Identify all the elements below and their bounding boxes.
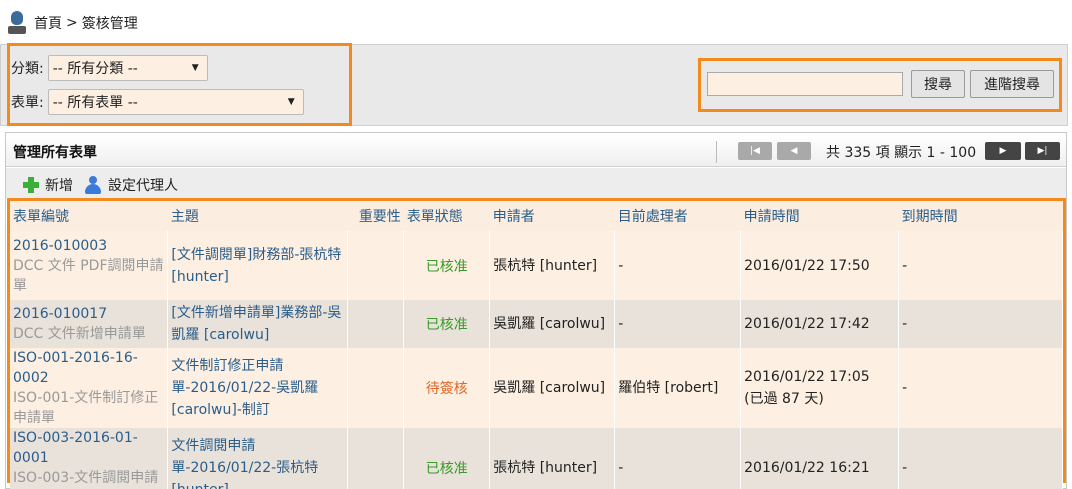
add-button[interactable]: 新增 (23, 175, 73, 195)
form-filter: 表單: -- 所有表單 -- ▼ (11, 89, 304, 115)
user-icon (8, 11, 26, 35)
breadcrumb-current: 簽核管理 (81, 16, 138, 32)
importance-cell (347, 300, 405, 348)
handler: - (614, 231, 742, 300)
search-input[interactable] (707, 72, 903, 96)
forms-table: 表單編號 主題 重要性 表單狀態 申請者 目前處理者 申請時間 到期時間 201… (10, 201, 1063, 489)
column-header[interactable]: 主題 (168, 201, 348, 231)
form-select-value: -- 所有表單 -- (52, 95, 138, 111)
table-row[interactable]: ISO-001-2016-16-0002 ISO-001-文件制訂修正申請單 文… (10, 348, 1063, 428)
due-time: - (898, 348, 1063, 428)
breadcrumb-separator: > (66, 15, 78, 31)
column-header[interactable]: 表單編號 (10, 201, 168, 231)
doc-category: DCC 文件新增申請單 (13, 326, 146, 342)
doc-id[interactable]: ISO-001-2016-16-0002 (13, 348, 164, 388)
form-select[interactable]: -- 所有表單 -- ▼ (47, 89, 304, 115)
column-header[interactable]: 申請者 (490, 201, 615, 231)
panel-title: 管理所有表單 (13, 145, 97, 161)
next-page-icon[interactable]: ▶ (985, 142, 1021, 160)
subject-link[interactable]: [文件新增申請單]業務部-吳凱羅 [carolwu] (167, 300, 349, 348)
status-badge: 已核准 (403, 428, 491, 489)
column-header[interactable]: 到期時間 (899, 201, 1063, 231)
overdue-note: (已過 87 天) (744, 391, 824, 407)
dropdown-arrow-icon: ▼ (287, 97, 295, 107)
table-row[interactable]: 2016-010003 DCC 文件 PDF調閱申請單 [文件調閱單]財務部-張… (10, 231, 1063, 300)
status-badge: 已核准 (403, 300, 491, 348)
due-time: - (898, 231, 1063, 300)
table-row[interactable]: 2016-010017 DCC 文件新增申請單 [文件新增申請單]業務部-吳凱羅… (10, 300, 1063, 348)
category-select-value: -- 所有分類 -- (52, 61, 138, 77)
handler: 羅伯特 [robert] (614, 348, 742, 428)
applicant: 張杭特 [hunter] (489, 231, 616, 300)
applicant: 張杭特 [hunter] (489, 428, 616, 489)
add-label: 新增 (45, 178, 73, 194)
form-label: 表單: (11, 95, 44, 111)
due-time: - (898, 300, 1063, 348)
plus-icon (23, 177, 39, 193)
table-header-row: 表單編號 主題 重要性 表單狀態 申請者 目前處理者 申請時間 到期時間 (10, 201, 1063, 231)
table-row[interactable]: ISO-003-2016-01-0001 ISO-003-文件調閱申請單 文件調… (10, 428, 1063, 489)
importance-cell (347, 231, 405, 300)
apply-time: 2016/01/22 17:50 (740, 231, 900, 300)
doc-id-cell: 2016-010017 DCC 文件新增申請單 (10, 300, 169, 348)
subject-link[interactable]: 文件制訂修正申請單-2016/01/22-吳凱羅 [carolwu]-制訂 (167, 348, 349, 428)
search-button[interactable]: 搜尋 (911, 70, 965, 98)
apply-time: 2016/01/22 16:21 (740, 428, 900, 489)
applicant: 吳凱羅 [carolwu] (489, 348, 616, 428)
column-header[interactable]: 重要性 (348, 201, 404, 231)
status-badge: 待簽核 (403, 348, 491, 428)
doc-id-cell: ISO-001-2016-16-0002 ISO-001-文件制訂修正申請單 (10, 348, 169, 428)
status-badge: 已核准 (403, 231, 491, 300)
due-time: - (898, 428, 1063, 489)
apply-time: 2016/01/22 17:42 (740, 300, 900, 348)
doc-id-cell: 2016-010003 DCC 文件 PDF調閱申請單 (10, 231, 169, 300)
doc-id-cell: ISO-003-2016-01-0001 ISO-003-文件調閱申請單 (10, 428, 169, 489)
importance-cell (347, 348, 405, 428)
column-header[interactable]: 申請時間 (741, 201, 899, 231)
pagination-info: 共 335 項 顯示 1 - 100 (826, 145, 977, 161)
category-label: 分類: (11, 61, 44, 77)
set-agent-button[interactable]: 設定代理人 (84, 175, 178, 195)
doc-category: ISO-001-文件制訂修正申請單 (13, 390, 159, 426)
apply-time: 2016/01/22 17:05 (744, 369, 870, 385)
breadcrumb-home[interactable]: 首頁 (34, 13, 62, 33)
doc-category: ISO-003-文件調閱申請單 (13, 470, 159, 486)
person-icon (84, 176, 102, 194)
subject-link[interactable]: [文件調閱單]財務部-張杭特 [hunter] (167, 231, 349, 300)
importance-cell (347, 428, 405, 489)
doc-id[interactable]: 2016-010017 (13, 304, 164, 324)
breadcrumb: 首頁 > 簽核管理 (8, 10, 138, 36)
category-filter: 分類: -- 所有分類 -- ▼ (11, 55, 208, 81)
first-page-icon[interactable]: |◀ (738, 142, 772, 160)
subject-link[interactable]: 文件調閱申請單-2016/01/22-張杭特 [hunter] (167, 428, 349, 489)
dropdown-arrow-icon: ▼ (191, 63, 199, 73)
doc-category: DCC 文件 PDF調閱申請單 (13, 257, 164, 294)
handler: - (614, 428, 742, 489)
apply-time-cell: 2016/01/22 17:05 (已過 87 天) (740, 348, 900, 428)
column-header[interactable]: 表單狀態 (404, 201, 490, 231)
advanced-search-button[interactable]: 進階搜尋 (970, 70, 1054, 98)
last-page-icon[interactable]: ▶| (1025, 142, 1060, 160)
prev-page-icon[interactable]: ◀ (777, 142, 811, 160)
category-select[interactable]: -- 所有分類 -- ▼ (47, 55, 208, 81)
doc-id[interactable]: ISO-003-2016-01-0001 (13, 428, 164, 468)
column-header[interactable]: 目前處理者 (615, 201, 741, 231)
doc-id[interactable]: 2016-010003 (13, 236, 164, 256)
agent-label: 設定代理人 (108, 178, 178, 194)
applicant: 吳凱羅 [carolwu] (489, 300, 616, 348)
header-divider (716, 141, 717, 163)
handler: - (614, 300, 742, 348)
